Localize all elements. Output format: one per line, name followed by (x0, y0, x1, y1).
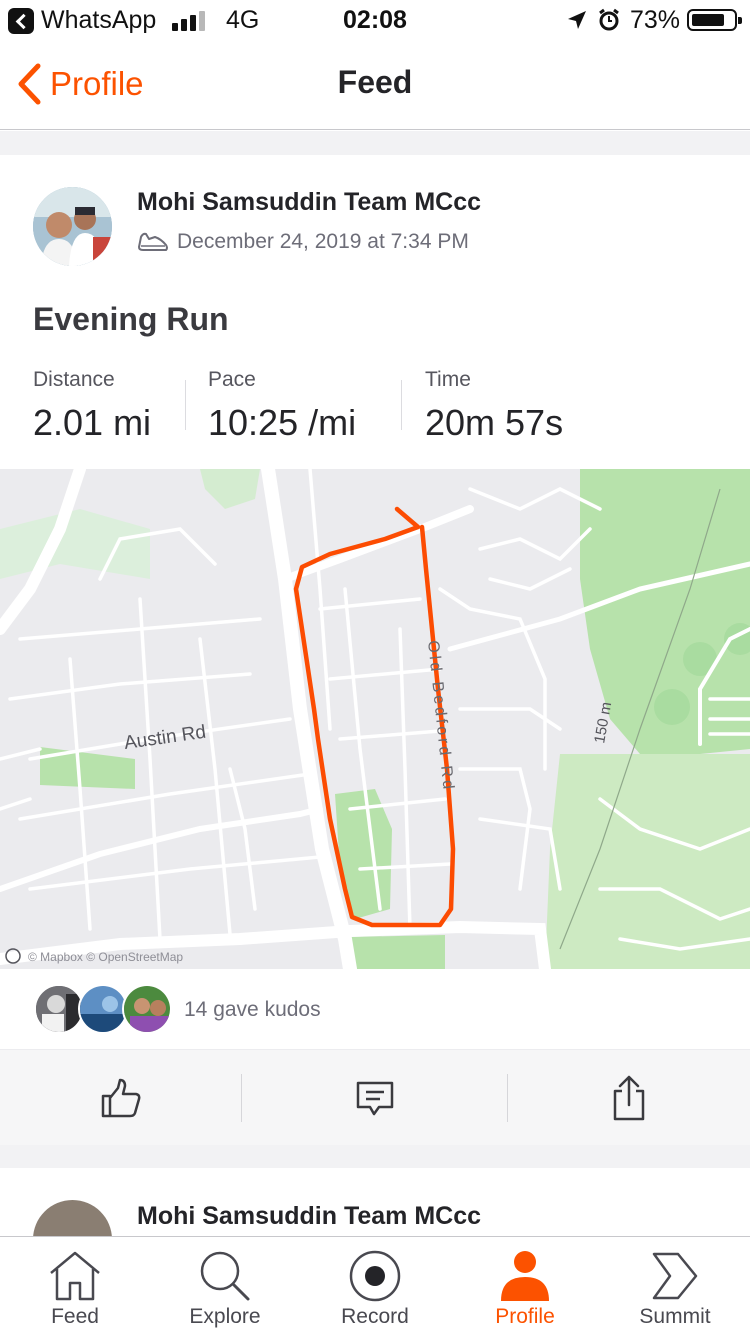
tab-bar: Feed Explore Record Profile Summit (0, 1236, 750, 1334)
share-button[interactable] (508, 1050, 750, 1146)
map-scale-label: 150 m (591, 701, 615, 745)
summit-icon (652, 1252, 698, 1300)
athlete-name[interactable]: Mohi Samsuddin Team MCcc (137, 188, 481, 217)
park-area (200, 469, 260, 509)
kudos-count[interactable]: 14 gave kudos (184, 998, 321, 1022)
shoe-icon (138, 232, 168, 251)
kudos-avatar (34, 984, 84, 1034)
thumbs-up-icon (101, 1078, 141, 1118)
stat-label: Pace (208, 368, 256, 391)
comment-icon (356, 1081, 394, 1116)
kudos-avatar (122, 984, 172, 1034)
map-attribution: © Mapbox © OpenStreetMap (28, 950, 183, 964)
back-button-label[interactable]: Profile (50, 65, 144, 103)
stat-distance: Distance 2.01 mi (33, 368, 151, 444)
tab-explore[interactable]: Explore (150, 1237, 300, 1334)
home-icon (50, 1251, 100, 1301)
search-icon (200, 1251, 250, 1301)
park-area (0, 509, 150, 579)
athlete-avatar[interactable] (33, 1200, 112, 1238)
stat-value: 10:25 /mi (208, 402, 357, 443)
tab-label[interactable]: Summit (600, 1305, 750, 1329)
kudos-button[interactable] (0, 1050, 242, 1146)
stat-label: Distance (33, 368, 115, 391)
kudos-avatars[interactable] (34, 984, 172, 1034)
profile-icon (501, 1251, 549, 1301)
tab-record[interactable]: Record (300, 1237, 450, 1334)
battery-icon (687, 9, 742, 31)
activity-stats: Distance 2.01 mi Pace 10:25 /mi Time 20m… (33, 368, 733, 448)
stat-divider (185, 380, 186, 430)
tab-label[interactable]: Explore (150, 1305, 300, 1329)
tab-summit[interactable]: Summit (600, 1237, 750, 1334)
status-bar: WhatsApp 4G 02:08 73% (0, 0, 750, 40)
activity-card[interactable]: Mohi Samsuddin Team MCcc December 24, 20… (0, 155, 750, 1145)
activity-card-next[interactable]: Mohi Samsuddin Team MCcc (0, 1168, 750, 1238)
comment-button[interactable] (254, 1050, 496, 1146)
stat-time: Time 20m 57s (425, 368, 563, 444)
battery-percent: 73% (630, 6, 681, 34)
athlete-avatar[interactable] (33, 187, 112, 266)
activity-date: December 24, 2019 at 7:34 PM (177, 230, 469, 253)
kudos-row[interactable]: 14 gave kudos (0, 969, 750, 1049)
feed-separator (0, 131, 750, 155)
alarm-icon (598, 8, 620, 37)
navigation-bar: Profile Feed (0, 40, 750, 130)
record-icon (349, 1250, 401, 1302)
road-label-old-bedford: Old Bedford Rd (424, 640, 457, 793)
park-area (545, 754, 750, 969)
tab-profile[interactable]: Profile (450, 1237, 600, 1334)
stat-divider (401, 380, 402, 430)
stat-value: 2.01 mi (33, 402, 152, 443)
athlete-name[interactable]: Mohi Samsuddin Team MCcc (137, 1202, 481, 1231)
activity-title[interactable]: Evening Run (33, 301, 229, 338)
stat-pace: Pace 10:25 /mi (208, 368, 356, 444)
action-divider (241, 1074, 242, 1122)
back-button[interactable]: Profile (16, 62, 144, 106)
activity-meta: December 24, 2019 at 7:34 PM (137, 229, 469, 255)
road-label-austin: Austin Rd (123, 722, 207, 754)
feed-separator (0, 1145, 750, 1168)
tab-feed[interactable]: Feed (0, 1237, 150, 1334)
tab-label[interactable]: Profile (450, 1305, 600, 1329)
location-arrow-icon (566, 9, 588, 36)
park-area (345, 935, 445, 969)
tab-label[interactable]: Feed (0, 1305, 150, 1329)
chevron-left-icon (18, 63, 41, 105)
stat-label: Time (425, 368, 471, 391)
tab-label[interactable]: Record (300, 1305, 450, 1329)
stat-value: 20m 57s (425, 402, 564, 443)
share-icon (613, 1075, 645, 1121)
kudos-avatar (78, 984, 128, 1034)
activity-actions (0, 1049, 750, 1145)
route-map[interactable]: Austin Rd Old Bedford Rd 150 m © Mapbox … (0, 469, 750, 969)
